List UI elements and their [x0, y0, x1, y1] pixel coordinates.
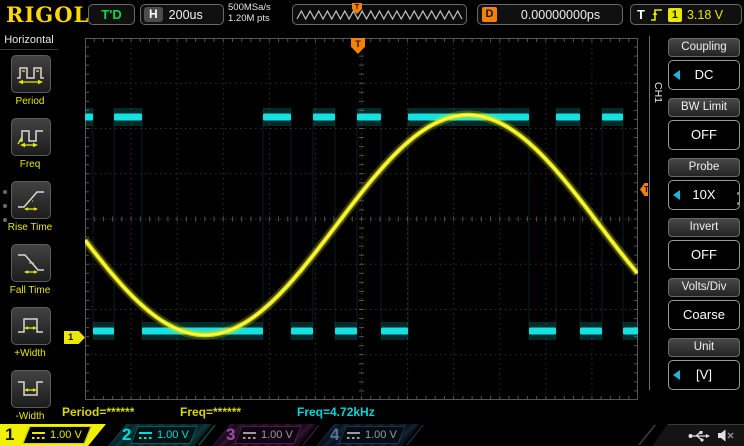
- dc-coupling-icon: [347, 432, 360, 439]
- channel-scale: 1.00 V: [157, 429, 189, 441]
- acquisition-info: 500MSa/s 1.20M pts: [228, 3, 271, 25]
- menu-label: Coupling: [668, 38, 740, 57]
- menu-value: DC: [695, 67, 714, 82]
- rigol-logo: RIGOL: [6, 2, 89, 27]
- menu-value: Coarse: [683, 307, 725, 322]
- menu-label: Probe: [668, 158, 740, 177]
- rising-edge-icon: [650, 7, 663, 22]
- preview-wave-icon: [293, 5, 466, 24]
- trigger-level-value: 3.18 V: [687, 8, 723, 22]
- waveform-preview-bar[interactable]: [292, 4, 467, 25]
- graticule-and-traces: [85, 38, 638, 400]
- menu-page-dots: [737, 185, 740, 212]
- channel-2-status[interactable]: 2 1.00 V: [108, 424, 212, 446]
- left-arrow-icon: [673, 70, 680, 80]
- menu-item-volts-div[interactable]: Volts/Div Coarse: [668, 278, 740, 330]
- channel-1-status[interactable]: 1 1.00 V: [0, 424, 106, 446]
- channel-scale: 1.00 V: [50, 429, 82, 441]
- measure-button-rise-time[interactable]: [11, 181, 51, 219]
- delay-icon: D: [482, 7, 497, 22]
- period-icon: [16, 61, 46, 87]
- memory-depth: 1.20M pts: [228, 14, 271, 25]
- fall-time-icon: [16, 250, 46, 276]
- measurement-period: Period=******: [62, 405, 134, 419]
- measurement-freq-ch1: Freq=******: [180, 405, 241, 419]
- dc-coupling-icon: [243, 432, 256, 439]
- channel-scale: 1.00 V: [365, 429, 397, 441]
- sidebar-page-dots: [3, 180, 7, 232]
- left-arrow-icon: [673, 190, 680, 200]
- rise-time-icon: [16, 187, 46, 213]
- trigger-status-badge: T'D: [88, 4, 135, 25]
- measure-label-fall-time: Fall Time: [0, 285, 60, 296]
- measure-button-freq[interactable]: [11, 118, 51, 156]
- horizontal-icon: H: [144, 7, 163, 22]
- measure-label-period: Period: [0, 96, 60, 107]
- channel-number: 1: [5, 424, 14, 446]
- measure-label-neg-width: -Width: [0, 411, 60, 422]
- trigger-info-box[interactable]: T 1 3.18 V: [630, 4, 742, 25]
- trigger-label: T: [637, 7, 645, 22]
- top-status-bar: RIGOL T'D H 200us 500MSa/s 1.20M pts T D…: [0, 0, 744, 31]
- sidebar-title: Horizontal: [0, 34, 58, 50]
- measure-button-pos-width[interactable]: [11, 307, 51, 345]
- measurement-freq-ch2: Freq=4.72kHz: [297, 405, 375, 419]
- menu-value: OFF: [691, 127, 717, 142]
- horizontal-measure-menu: Horizontal Period Freq Rise Time: [0, 30, 61, 424]
- measure-label-rise-time: Rise Time: [0, 222, 60, 233]
- menu-value: 10X: [692, 187, 715, 202]
- minus-width-icon: [16, 376, 46, 402]
- timebase-box[interactable]: H 200us: [140, 4, 224, 25]
- scope-display: T T 1: [60, 30, 648, 424]
- menu-tab-ch1: CH1: [652, 82, 664, 103]
- measure-button-period[interactable]: [11, 55, 51, 93]
- measure-label-freq: Freq: [0, 159, 60, 170]
- menu-item-coupling[interactable]: Coupling DC: [668, 38, 740, 90]
- delay-value: 0.00000000ps: [503, 8, 618, 22]
- measure-button-fall-time[interactable]: [11, 244, 51, 282]
- speaker-mute-icon: [718, 429, 734, 442]
- menu-label: Volts/Div: [668, 278, 740, 297]
- plus-width-icon: [16, 313, 46, 339]
- dc-coupling-icon: [32, 432, 45, 439]
- ch1-reference-marker-icon[interactable]: 1: [64, 331, 85, 344]
- measure-button-neg-width[interactable]: [11, 370, 51, 408]
- menu-item-unit[interactable]: Unit [V]: [668, 338, 740, 390]
- menu-label: Unit: [668, 338, 740, 357]
- menu-item-invert[interactable]: Invert OFF: [668, 218, 740, 270]
- menu-item-probe[interactable]: Probe 10X: [668, 158, 740, 210]
- menu-value: OFF: [691, 247, 717, 262]
- freq-icon: [16, 124, 46, 150]
- menu-label: Invert: [668, 218, 740, 237]
- channel-4-status[interactable]: 4 1.00 V: [316, 424, 420, 446]
- channel-3-status[interactable]: 3 1.00 V: [212, 424, 316, 446]
- measure-label-pos-width: +Width: [0, 348, 60, 359]
- timebase-value: 200us: [169, 8, 203, 22]
- channel-scale: 1.00 V: [261, 429, 293, 441]
- channel-status-bar: 1 1.00 V 2 1.00 V 3 1.00 V 4 1.00 V: [0, 424, 744, 446]
- usb-icon: [688, 430, 710, 442]
- menu-item-bw-limit[interactable]: BW Limit OFF: [668, 98, 740, 150]
- trigger-source-badge: 1: [668, 8, 682, 22]
- menu-tab-divider: [649, 36, 650, 390]
- system-tray: [652, 424, 744, 446]
- left-arrow-icon: [673, 370, 680, 380]
- dc-coupling-icon: [139, 432, 152, 439]
- divider: [638, 425, 656, 445]
- delay-box[interactable]: D 0.00000000ps: [477, 4, 623, 25]
- trigger-status-text: T'D: [101, 7, 121, 22]
- menu-label: BW Limit: [668, 98, 740, 117]
- menu-value: [V]: [696, 367, 712, 382]
- channel-menu: CH1 Coupling DC BW Limit OFF Probe 10X I…: [648, 30, 744, 424]
